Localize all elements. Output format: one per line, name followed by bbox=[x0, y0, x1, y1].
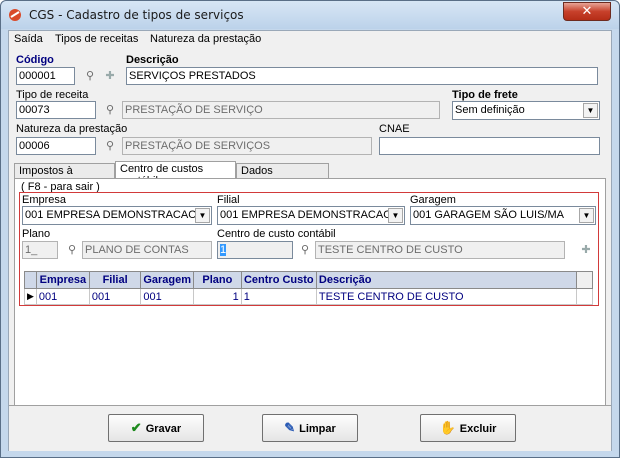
col-centro-custo[interactable]: Centro Custo bbox=[240, 271, 317, 289]
natureza-search-icon[interactable]: ⚲ bbox=[100, 137, 120, 155]
delete-button[interactable]: ✋ Excluir bbox=[420, 414, 516, 442]
centro-desc-field: TESTE CENTRO DE CUSTO bbox=[315, 241, 565, 259]
chevron-down-icon[interactable]: ▼ bbox=[579, 208, 594, 223]
garagem-label: Garagem bbox=[410, 194, 456, 206]
empresa-value: 001 EMPRESA DEMONSTRACAO bbox=[25, 209, 197, 221]
tipo-frete-select[interactable]: Sem definição ▼ bbox=[452, 101, 600, 120]
table-header-row: Empresa Filial Garagem Plano Centro Cust… bbox=[24, 271, 593, 289]
eraser-icon: ✎ bbox=[284, 420, 296, 435]
descricao-field[interactable]: SERVIÇOS PRESTADOS bbox=[126, 67, 598, 85]
cell-centro[interactable]: 1 bbox=[240, 288, 317, 305]
menu-saida[interactable]: Saída bbox=[14, 33, 43, 45]
garagem-value: 001 GARAGEM SÃO LUIS/MA bbox=[413, 209, 564, 221]
title-bar: CGS - Cadastro de tipos de serviços ✕ bbox=[1, 1, 619, 29]
cell-plano[interactable]: 1 bbox=[193, 288, 242, 305]
cost-center-table: Empresa Filial Garagem Plano Centro Cust… bbox=[24, 271, 593, 305]
close-icon: ✕ bbox=[581, 4, 593, 19]
plano-desc-field: PLANO DE CONTAS bbox=[82, 241, 212, 259]
codigo-field[interactable]: 000001 bbox=[16, 67, 75, 85]
app-logo-icon bbox=[9, 9, 21, 21]
row-pointer-icon: ▶ bbox=[24, 288, 37, 305]
tipo-receita-search-icon[interactable]: ⚲ bbox=[100, 101, 120, 119]
filial-value: 001 EMPRESA DEMONSTRACAO -- bbox=[220, 209, 403, 221]
plano-label: Plano bbox=[22, 228, 51, 240]
action-bar: ✔ Gravar ✎ Limpar ✋ Excluir bbox=[9, 405, 611, 451]
cnae-label: CNAE bbox=[379, 123, 410, 135]
tipo-receita-code-field[interactable]: 00073 bbox=[16, 101, 96, 119]
table-row[interactable]: ▶ 001 001 001 1 1 TESTE CENTRO DE CUSTO bbox=[24, 288, 593, 305]
cell-garagem[interactable]: 001 bbox=[140, 288, 195, 305]
centro-code-field[interactable]: 1 bbox=[217, 241, 293, 259]
menu-bar: Saída Tipos de receitas Natureza da pres… bbox=[9, 31, 611, 49]
centro-search-icon[interactable]: ⚲ bbox=[295, 241, 315, 259]
tab-bar: Impostos à calcular Centro de custos con… bbox=[9, 161, 611, 189]
plano-code-field: 1_ bbox=[22, 241, 58, 259]
cnae-field[interactable] bbox=[379, 137, 600, 155]
tipo-receita-label: Tipo de receita bbox=[16, 89, 89, 101]
natureza-desc-field: PRESTAÇÃO DE SERVIÇOS bbox=[122, 137, 372, 155]
window-title: CGS - Cadastro de tipos de serviços bbox=[29, 8, 244, 22]
close-button[interactable]: ✕ bbox=[563, 2, 611, 21]
menu-natureza-prestacao[interactable]: Natureza da prestação bbox=[150, 33, 261, 45]
filial-select[interactable]: 001 EMPRESA DEMONSTRACAO -- ▼ bbox=[217, 206, 405, 225]
empresa-select[interactable]: 001 EMPRESA DEMONSTRACAO ▼ bbox=[22, 206, 212, 225]
chevron-down-icon[interactable]: ▼ bbox=[195, 208, 210, 223]
col-empresa[interactable]: Empresa bbox=[35, 271, 90, 289]
app-window: CGS - Cadastro de tipos de serviços ✕ Sa… bbox=[0, 0, 620, 458]
row-indicator-header bbox=[24, 271, 37, 289]
col-plano[interactable]: Plano bbox=[193, 271, 242, 289]
search-icon[interactable]: ⚲ bbox=[80, 67, 100, 85]
col-descricao[interactable]: Descrição bbox=[315, 271, 578, 289]
centro-code-value: 1 bbox=[220, 244, 227, 256]
tipo-receita-desc-field: PRESTAÇÃO DE SERVIÇO bbox=[122, 101, 440, 119]
codigo-label: Código bbox=[16, 54, 54, 66]
empresa-label: Empresa bbox=[22, 194, 67, 206]
plano-search-icon[interactable]: ⚲ bbox=[62, 241, 82, 259]
cell-descricao[interactable]: TESTE CENTRO DE CUSTO bbox=[315, 288, 578, 305]
col-garagem[interactable]: Garagem bbox=[140, 271, 195, 289]
clear-button-label: Limpar bbox=[299, 423, 336, 435]
natureza-label: Natureza da prestação bbox=[16, 123, 128, 135]
centro-label: Centro de custo contábil bbox=[217, 228, 336, 240]
chevron-down-icon[interactable]: ▼ bbox=[388, 208, 403, 223]
descricao-label: Descrição bbox=[126, 54, 179, 66]
client-area: Saída Tipos de receitas Natureza da pres… bbox=[8, 30, 612, 451]
col-filial[interactable]: Filial bbox=[88, 271, 142, 289]
garagem-select[interactable]: 001 GARAGEM SÃO LUIS/MA ▼ bbox=[410, 206, 596, 225]
delete-icon: ✋ bbox=[439, 420, 456, 435]
delete-button-label: Excluir bbox=[459, 423, 497, 435]
tipo-frete-value: Sem definição bbox=[455, 104, 525, 116]
cell-filial[interactable]: 001 bbox=[88, 288, 142, 305]
tab-impostos[interactable]: Impostos à calcular bbox=[14, 163, 115, 189]
add-icon[interactable]: ✚ bbox=[576, 241, 596, 259]
tab-dados-adicionais[interactable]: Dados adicionais bbox=[236, 163, 329, 189]
clear-button[interactable]: ✎ Limpar bbox=[262, 414, 358, 442]
tab-panel: ( F8 - para sair ) Empresa 001 EMPRESA D… bbox=[14, 178, 606, 408]
tab-centro-custos[interactable]: Centro de custos contábil bbox=[115, 161, 236, 187]
natureza-code-field[interactable]: 00006 bbox=[16, 137, 96, 155]
save-button[interactable]: ✔ Gravar bbox=[108, 414, 204, 442]
add-icon[interactable]: ✚ bbox=[100, 67, 120, 85]
header-filler bbox=[576, 271, 593, 289]
filial-label: Filial bbox=[217, 194, 240, 206]
save-button-label: Gravar bbox=[145, 423, 182, 435]
row-filler bbox=[576, 288, 593, 305]
cell-empresa[interactable]: 001 bbox=[35, 288, 90, 305]
checkmark-icon: ✔ bbox=[130, 420, 142, 435]
cost-center-section: Empresa 001 EMPRESA DEMONSTRACAO ▼ Filia… bbox=[19, 192, 599, 306]
chevron-down-icon[interactable]: ▼ bbox=[583, 103, 598, 118]
tipo-frete-label: Tipo de frete bbox=[452, 89, 518, 101]
menu-tipos-receitas[interactable]: Tipos de receitas bbox=[55, 33, 138, 45]
